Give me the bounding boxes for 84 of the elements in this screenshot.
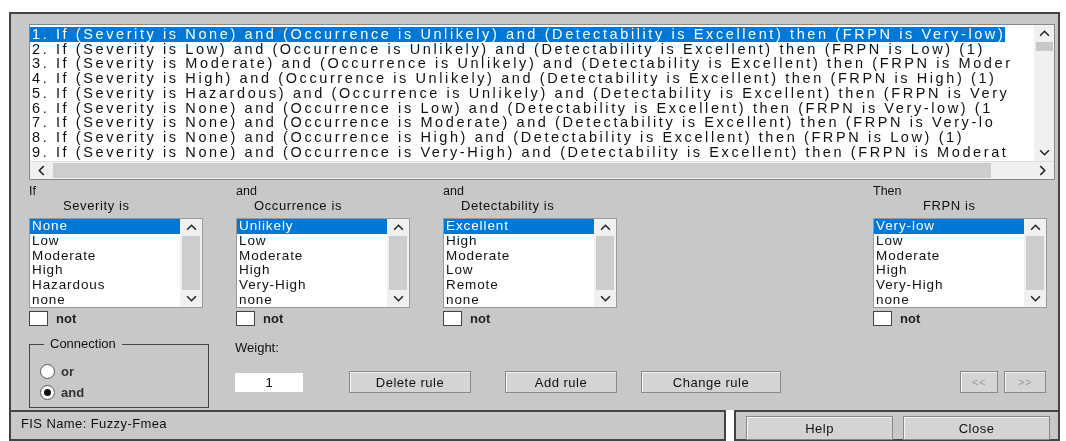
term-item[interactable]: Moderate <box>874 248 1024 264</box>
scrollbar[interactable] <box>1024 219 1046 307</box>
term-item[interactable]: Low <box>237 233 387 249</box>
scrollbar[interactable] <box>180 219 202 307</box>
variable-label: Detectability is <box>461 198 555 214</box>
connective-label: and <box>443 184 464 198</box>
scroll-up-icon[interactable] <box>185 224 197 231</box>
term-item[interactable]: None <box>30 219 180 234</box>
term-item[interactable]: High <box>30 263 180 279</box>
rule-item[interactable]: 1. If (Severity is None) and (Occurrence is Unlikely) and (Detectability is Excellent) then (FRPN is Very-low) <box>30 27 1006 42</box>
term-item[interactable]: Unlikely <box>237 219 387 234</box>
radio-label: or <box>61 364 74 379</box>
term-item[interactable]: Moderate <box>444 248 594 264</box>
term-item[interactable]: Low <box>30 233 180 249</box>
rule-button[interactable]: Delete rule <box>349 371 471 393</box>
radio-label: and <box>61 385 85 400</box>
connective-label: Then <box>873 184 902 198</box>
scroll-up-icon[interactable] <box>1038 30 1050 37</box>
term-list[interactable]: Very-low Low Moderate High Very-High none <box>873 218 1047 308</box>
group-title: Connection <box>44 336 122 351</box>
rule-item[interactable]: 9. If (Severity is None) and (Occurrence is Very-High) and (Detectability is Excellent) then (FRPN is Moderat <box>30 144 1009 160</box>
rule-item[interactable]: 3. If (Severity is Moderate) and (Occurrence is Unlikely) and (Detectability is Excellent) then (FRPN is Moder <box>30 56 1013 72</box>
checkbox[interactable] <box>236 311 255 326</box>
term-item[interactable]: Hazardous <box>30 278 180 293</box>
scrollbar[interactable] <box>1034 25 1054 161</box>
term-list[interactable]: None Low Moderate High Hazardous none <box>29 218 203 308</box>
radio-button[interactable] <box>40 364 55 379</box>
scroll-down-icon[interactable] <box>1029 295 1041 302</box>
checkbox[interactable] <box>443 311 462 326</box>
term-item[interactable]: High <box>874 263 1024 279</box>
term-item[interactable]: Moderate <box>237 248 387 264</box>
scroll-down-icon[interactable] <box>392 295 404 302</box>
term-list[interactable]: Excellent High Moderate Low Remote none <box>443 218 617 308</box>
term-item[interactable]: High <box>444 233 594 249</box>
rule-item[interactable]: 2. If (Severity is Low) and (Occurrence is Unlikely) and (Detectability is Excellent) then (FRPN is Low) (1) <box>30 41 985 57</box>
weight-field[interactable]: 1 <box>235 372 303 392</box>
footer-button[interactable]: Help <box>746 416 893 440</box>
scroll-up-icon[interactable] <box>1029 224 1041 231</box>
scroll-down-icon[interactable] <box>1038 149 1050 156</box>
term-item[interactable]: none <box>237 293 387 307</box>
term-item[interactable]: Moderate <box>30 248 180 264</box>
connective-label: and <box>236 184 257 198</box>
checkbox[interactable] <box>29 311 48 326</box>
term-item[interactable]: none <box>30 293 180 307</box>
term-item[interactable]: none <box>444 293 594 307</box>
term-item[interactable]: Low <box>444 263 594 279</box>
scroll-down-icon[interactable] <box>599 295 611 302</box>
rule-button[interactable]: Add rule <box>505 371 617 393</box>
status-text: FIS Name: Fuzzy-Fmea <box>21 416 167 431</box>
checkbox-label: not <box>900 311 921 326</box>
radio-button[interactable] <box>40 385 55 400</box>
rule-item[interactable]: 6. If (Severity is None) and (Occurrence is Low) and (Detectability is Excellent) then (FRPN is Very-low) (1 <box>30 100 993 116</box>
term-item[interactable]: Low <box>874 233 1024 249</box>
term-item[interactable]: Excellent <box>444 219 594 234</box>
rule-button[interactable]: Change rule <box>641 371 781 393</box>
scroll-up-icon[interactable] <box>392 224 404 231</box>
weight-label: Weight: <box>235 340 280 355</box>
checkbox-label: not <box>470 311 491 326</box>
scrollbar[interactable] <box>387 219 409 307</box>
term-item[interactable]: Very-High <box>237 278 387 293</box>
scroll-left-icon[interactable] <box>38 165 45 176</box>
checkbox-label: not <box>263 311 284 326</box>
variable-label: FRPN is <box>923 198 976 214</box>
term-item[interactable]: Very-High <box>874 278 1024 293</box>
variable-label: Severity is <box>63 198 130 214</box>
scroll-up-icon[interactable] <box>599 224 611 231</box>
connective-label: If <box>29 184 36 198</box>
term-list[interactable]: Unlikely Low Moderate High Very-High none <box>236 218 410 308</box>
rule-item[interactable]: 8. If (Severity is None) and (Occurrence is High) and (Detectability is Excellent) then (FRPN is Low) (1) <box>30 129 965 145</box>
scroll-right-icon[interactable] <box>1039 165 1046 176</box>
term-item[interactable]: none <box>874 293 1024 307</box>
term-item[interactable]: Very-low <box>874 219 1024 234</box>
footer-button[interactable]: Close <box>903 416 1050 440</box>
rule-item[interactable]: 5. If (Severity is Hazardous) and (Occurrence is Unlikely) and (Detectability is Excellent) then (FRPN is Very <box>30 85 1010 101</box>
rules-list[interactable] <box>29 24 1055 180</box>
rule-item[interactable]: 7. If (Severity is None) and (Occurrence is Moderate) and (Detectability is Excellent) then (FRPN is Very-lo <box>30 115 996 130</box>
rule-item[interactable]: 4. If (Severity is High) and (Occurrence is Unlikely) and (Detectability is Excellent) then (FRPN is High) (1) <box>30 71 997 86</box>
term-item[interactable]: High <box>237 263 387 279</box>
scroll-down-icon[interactable] <box>185 295 197 302</box>
checkbox-label: not <box>56 311 77 326</box>
variable-label: Occurrence is <box>254 198 342 214</box>
checkbox[interactable] <box>873 311 892 326</box>
term-item[interactable]: Remote <box>444 278 594 293</box>
scrollbar[interactable] <box>594 219 616 307</box>
